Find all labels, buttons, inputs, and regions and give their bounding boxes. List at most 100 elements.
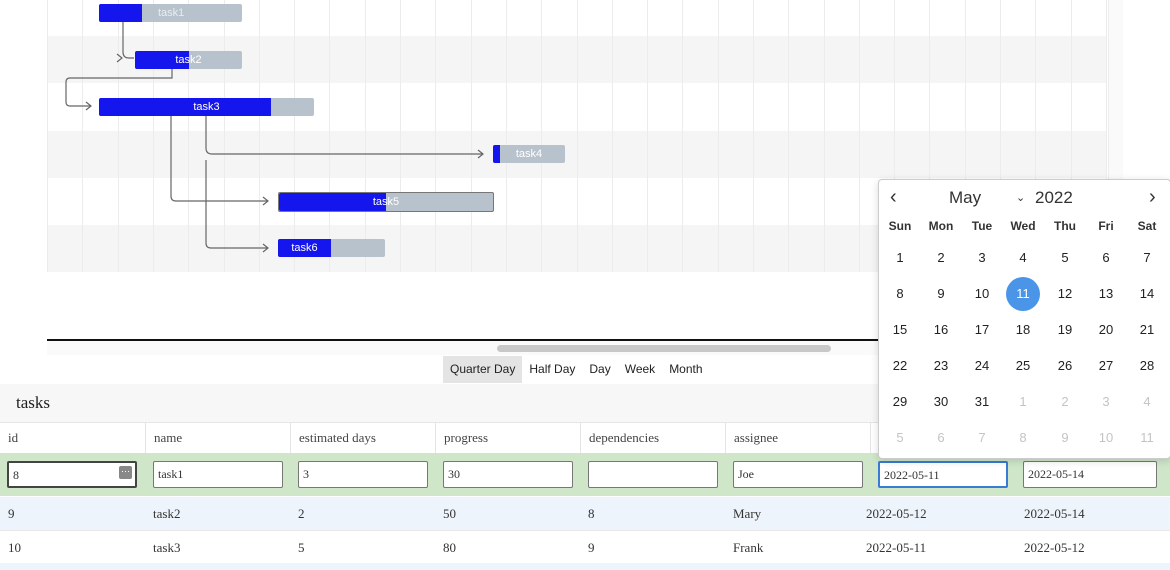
calendar-day[interactable]: 7: [965, 421, 999, 455]
gantt-bar-task6[interactable]: task6: [278, 239, 385, 257]
cell-name: task2: [153, 506, 181, 521]
calendar-day[interactable]: 9: [924, 277, 958, 311]
table-row-editing: 8 ⋯ task1 3 30 Joe 2022-05-11 2022-05-14: [0, 453, 1170, 496]
column-header-dependencies[interactable]: dependencies: [580, 422, 725, 453]
cell-progress: 50: [443, 506, 456, 521]
calendar-day[interactable]: 29: [883, 385, 917, 419]
calendar-day[interactable]: 23: [924, 349, 958, 383]
calendar-day[interactable]: 19: [1048, 313, 1082, 347]
calendar-day[interactable]: 3: [965, 241, 999, 275]
end-date-input[interactable]: 2022-05-14: [1023, 461, 1157, 488]
calendar-day[interactable]: 26: [1048, 349, 1082, 383]
view-mode-week-button[interactable]: Week: [618, 356, 662, 383]
column-header-assignee[interactable]: assignee: [725, 422, 870, 453]
view-mode-quarter-day-button[interactable]: Quarter Day: [443, 356, 523, 383]
weekday-label: Tue: [971, 219, 993, 233]
gantt-bar-task2[interactable]: task2: [135, 51, 242, 69]
date-picker-popup: ‹ May ⌄ 2022 › Sun Mon Tue Wed Thu Fri Sat 123…: [878, 179, 1170, 459]
start-date-input[interactable]: 2022-05-11: [878, 461, 1008, 488]
gantt-bar-label: task3: [193, 101, 220, 113]
calendar-day[interactable]: 13: [1089, 277, 1123, 311]
calendar-day[interactable]: 16: [924, 313, 958, 347]
calendar-day[interactable]: 7: [1130, 241, 1164, 275]
calendar-day[interactable]: 10: [965, 277, 999, 311]
column-header-progress[interactable]: progress: [435, 422, 580, 453]
view-mode-month-button[interactable]: Month: [662, 356, 709, 383]
name-input[interactable]: task1: [153, 461, 283, 488]
scrollbar-thumb[interactable]: [497, 345, 831, 352]
calendar-day[interactable]: 5: [1048, 241, 1082, 275]
gantt-bar-task5[interactable]: task5: [278, 192, 494, 212]
dependencies-input[interactable]: [588, 461, 718, 488]
calendar-day[interactable]: 3: [1089, 385, 1123, 419]
calendar-day[interactable]: 20: [1089, 313, 1123, 347]
cell-end: 2022-05-14: [1024, 506, 1085, 521]
calendar-day[interactable]: 15: [883, 313, 917, 347]
calendar-day[interactable]: 30: [924, 385, 958, 419]
weekday-label: Wed: [1010, 219, 1036, 233]
cell-id: 9: [8, 506, 15, 521]
weekday-label: Sun: [888, 219, 912, 233]
calendar-day[interactable]: 2: [1048, 385, 1082, 419]
calendar-day[interactable]: 18: [1006, 313, 1040, 347]
cell-estimated-days: 5: [298, 540, 305, 555]
calendar-day[interactable]: 9: [1048, 421, 1082, 455]
gantt-bar-task4[interactable]: task4: [493, 145, 565, 163]
calendar-day[interactable]: 5: [883, 421, 917, 455]
gantt-bar-task1[interactable]: task1: [99, 4, 242, 22]
prev-month-button[interactable]: ‹: [890, 186, 897, 209]
month-select[interactable]: May: [949, 188, 981, 208]
assignee-input[interactable]: Joe: [733, 461, 863, 488]
calendar-day[interactable]: 10: [1089, 421, 1123, 455]
calendar-day[interactable]: 27: [1089, 349, 1123, 383]
calendar-day[interactable]: 1: [1006, 385, 1040, 419]
calendar-day[interactable]: 11: [1006, 277, 1040, 311]
cell-dependencies: 8: [588, 506, 595, 521]
view-mode-day-button[interactable]: Day: [582, 356, 617, 383]
next-month-button[interactable]: ›: [1149, 186, 1156, 209]
calendar-day[interactable]: 14: [1130, 277, 1164, 311]
column-header-name[interactable]: name: [145, 422, 290, 453]
cell-start: 2022-05-12: [866, 506, 927, 521]
estimated-days-input[interactable]: 3: [298, 461, 428, 488]
calendar-day[interactable]: 28: [1130, 349, 1164, 383]
chevron-down-icon[interactable]: ⌄: [1016, 191, 1025, 204]
weekday-label: Fri: [1098, 219, 1114, 233]
gantt-bar-label: task4: [515, 148, 543, 160]
progress-input[interactable]: 30: [443, 461, 573, 488]
calendar-day[interactable]: 31: [965, 385, 999, 419]
calendar-day[interactable]: 22: [883, 349, 917, 383]
cell-estimated-days: 2: [298, 506, 305, 521]
weekday-label: Sat: [1137, 219, 1157, 233]
calendar-day[interactable]: 17: [965, 313, 999, 347]
column-header-id[interactable]: id: [0, 422, 145, 453]
year-select[interactable]: 2022: [1035, 188, 1073, 208]
calendar-day[interactable]: 8: [883, 277, 917, 311]
autofill-key-icon[interactable]: ⋯: [119, 466, 132, 479]
calendar-day[interactable]: 2: [924, 241, 958, 275]
id-input[interactable]: 8: [7, 461, 137, 488]
table-title: tasks: [16, 393, 50, 412]
calendar-day[interactable]: 12: [1048, 277, 1082, 311]
table-row: [0, 563, 1170, 570]
calendar-day[interactable]: 25: [1006, 349, 1040, 383]
calendar-day[interactable]: 24: [965, 349, 999, 383]
calendar-day[interactable]: 21: [1130, 313, 1164, 347]
gantt-bar-task3[interactable]: task3: [99, 98, 314, 116]
calendar-day[interactable]: 4: [1006, 241, 1040, 275]
calendar-day[interactable]: 11: [1130, 421, 1164, 455]
view-mode-half-day-button[interactable]: Half Day: [522, 356, 582, 383]
view-mode-toolbar: Quarter Day Half Day Day Week Month: [443, 356, 710, 383]
gantt-vertical-scrollbar[interactable]: [1108, 0, 1123, 180]
cell-assignee: Mary: [733, 506, 762, 521]
table-row[interactable]: 10 task3 5 80 9 Frank 2022-05-11 2022-05…: [0, 530, 1170, 564]
calendar-day[interactable]: 1: [883, 241, 917, 275]
calendar-day[interactable]: 8: [1006, 421, 1040, 455]
column-header-estimated-days[interactable]: estimated days: [290, 422, 435, 453]
calendar-day[interactable]: 6: [924, 421, 958, 455]
table-row[interactable]: 9 task2 2 50 8 Mary 2022-05-12 2022-05-1…: [0, 497, 1170, 530]
calendar-day[interactable]: 6: [1089, 241, 1123, 275]
calendar-day[interactable]: 4: [1130, 385, 1164, 419]
gantt-bar-label: task6: [291, 242, 318, 254]
cell-id: 10: [8, 540, 21, 555]
